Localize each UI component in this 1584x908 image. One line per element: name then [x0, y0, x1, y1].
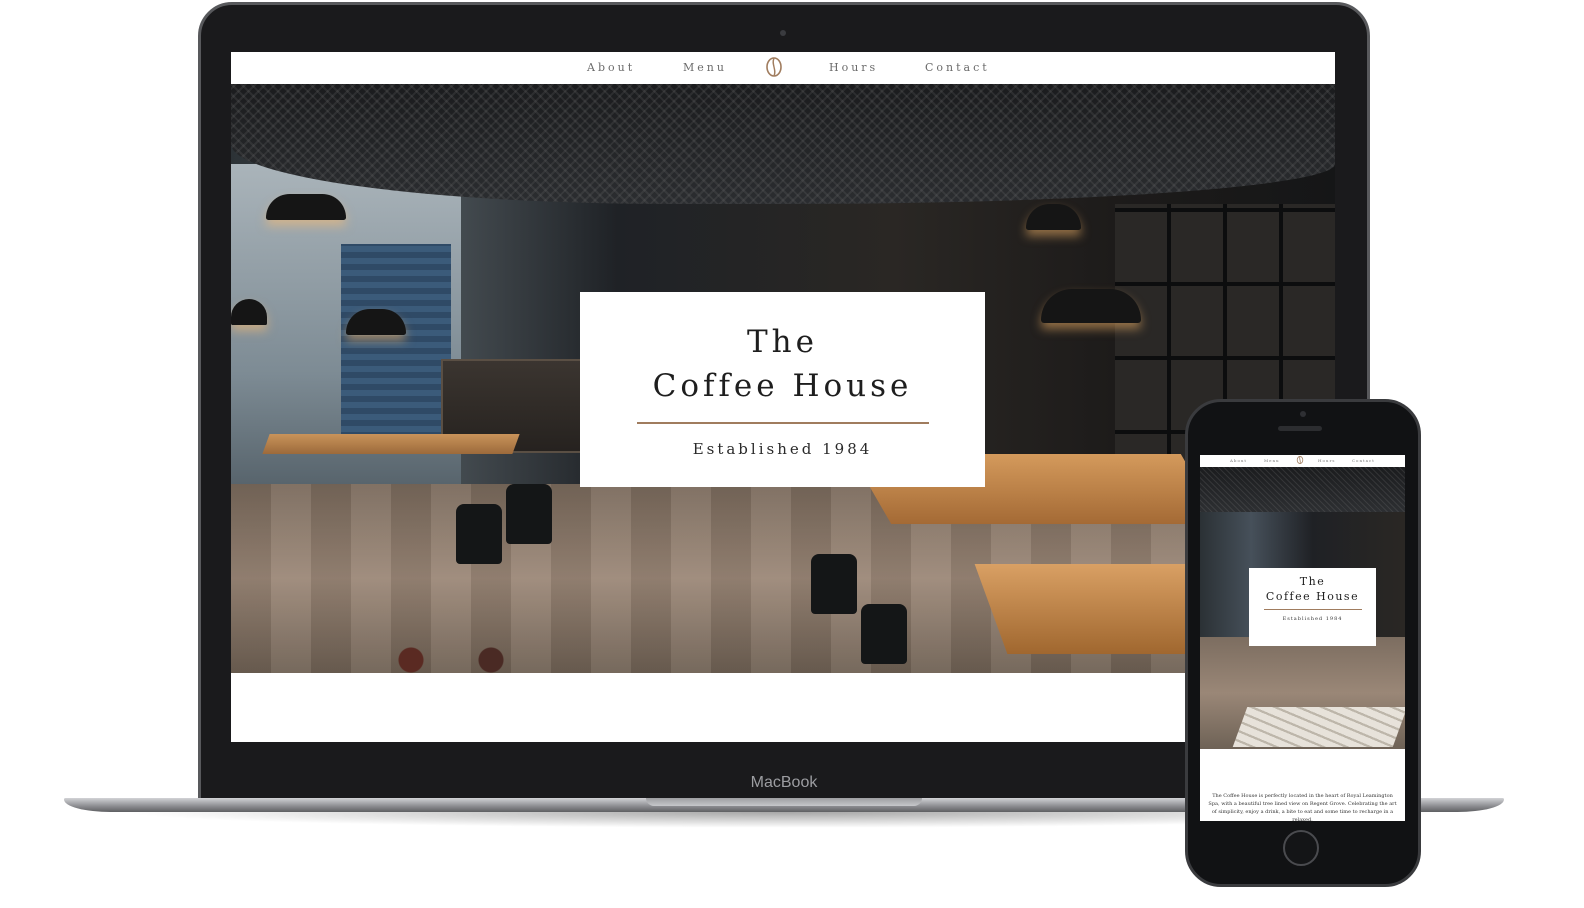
home-button[interactable]: [1283, 830, 1319, 866]
coffee-bean-icon[interactable]: [1296, 456, 1304, 464]
site-nav: About Menu Hours Contact: [231, 52, 1335, 84]
desktop-website: About Menu Hours Contact The Coffee Hous…: [231, 52, 1335, 742]
photo-pendant-lamp: [1041, 289, 1141, 323]
photo-chair: [861, 604, 907, 664]
hero-cafe-photo: The Coffee House Established 1984: [231, 84, 1335, 673]
nav-link-about[interactable]: About: [587, 61, 635, 74]
camera-icon: [780, 30, 786, 36]
photo-newspapers: [1232, 707, 1405, 747]
photo-window-pane: [341, 244, 451, 444]
mobile-nav-link-about[interactable]: About: [1230, 458, 1247, 463]
mobile-site-nav: About Menu Hours Contact: [1200, 455, 1405, 467]
hero-title: The Coffee House: [580, 320, 985, 408]
photo-chair: [456, 504, 502, 564]
nav-link-hours[interactable]: Hours: [829, 61, 878, 74]
nav-link-menu[interactable]: Menu: [683, 61, 727, 74]
hero-title-line1: The: [747, 324, 818, 360]
mobile-intro-text: The Coffee House is perfectly located in…: [1208, 793, 1397, 821]
coffee-bean-icon[interactable]: [764, 57, 784, 77]
hero-title-card: The Coffee House Established 1984: [580, 292, 985, 487]
macbook-label: MacBook: [750, 774, 818, 791]
mobile-hero-title: The Coffee House: [1249, 574, 1376, 604]
photo-ceiling-net: [1200, 467, 1405, 512]
mobile-hero-title-line1: The: [1299, 575, 1326, 588]
photo-coffee-cups: [351, 644, 551, 673]
mobile-website: About Menu Hours Contact The Coffee Hous…: [1200, 455, 1405, 821]
mobile-hero-subtitle: Established 1984: [1282, 616, 1343, 622]
photo-chair: [506, 484, 552, 544]
hero-divider: [636, 422, 929, 424]
photo-chair: [811, 554, 857, 614]
macbook-notch: [646, 798, 922, 806]
photo-pendant-lamp: [266, 194, 346, 220]
mobile-nav-link-contact[interactable]: Contact: [1352, 458, 1375, 463]
photo-ceiling-net: [231, 84, 1335, 204]
mobile-hero-divider: [1263, 609, 1362, 610]
nav-link-contact[interactable]: Contact: [925, 61, 990, 74]
photo-pendant-lamp: [1026, 204, 1081, 230]
mobile-nav-link-menu[interactable]: Menu: [1264, 458, 1280, 463]
mobile-hero-title-line2: Coffee House: [1265, 590, 1360, 603]
hero-title-line2: Coffee House: [652, 368, 913, 404]
mobile-nav-link-hours[interactable]: Hours: [1318, 458, 1335, 463]
front-camera-icon: [1300, 411, 1306, 417]
mobile-hero-title-card: The Coffee House Established 1984: [1249, 568, 1376, 646]
photo-table: [262, 434, 520, 454]
mobile-hero-photo: The Coffee House Established 1984: [1200, 467, 1405, 749]
hero-subtitle: Established 1984: [692, 440, 873, 458]
earpiece-speaker: [1278, 426, 1322, 431]
